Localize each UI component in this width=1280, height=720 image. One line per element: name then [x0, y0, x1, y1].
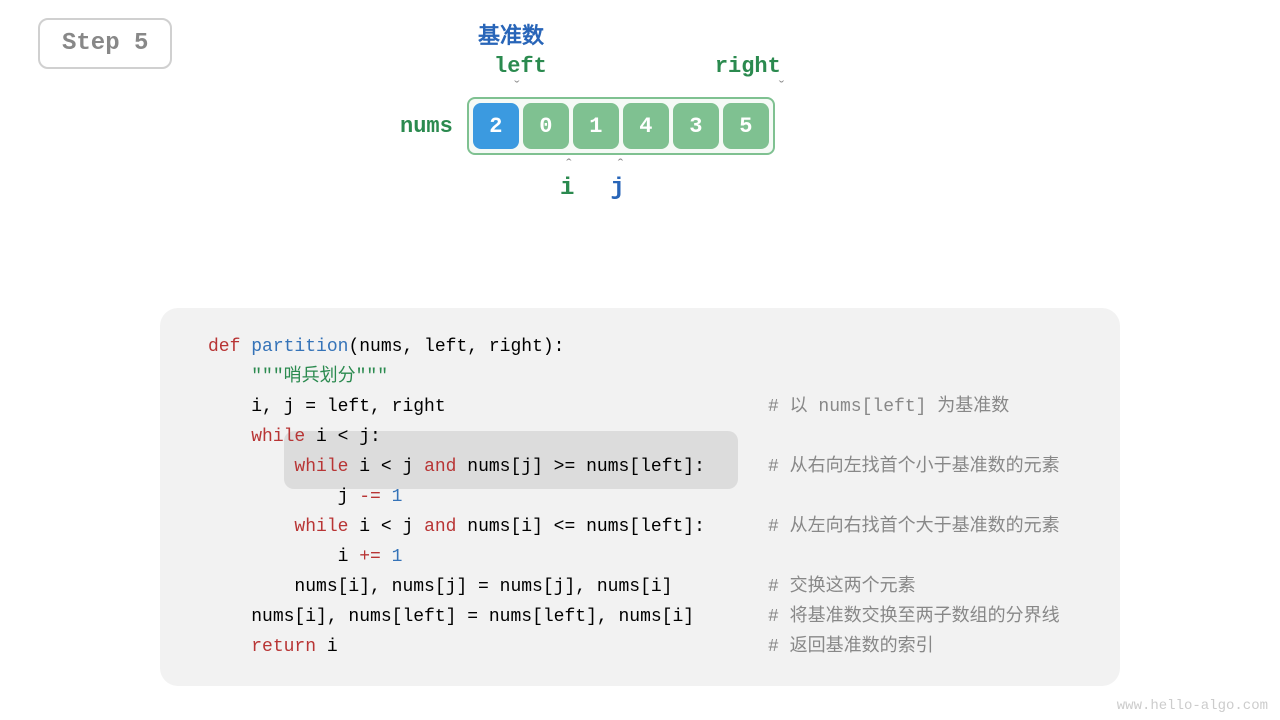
- code-line: while i < j and nums[i] <= nums[left]:# …: [208, 512, 1088, 542]
- comment: # 将基准数交换至两子数组的分界线: [768, 602, 1060, 632]
- comment: # 返回基准数的索引: [768, 632, 934, 662]
- j-label: j: [610, 175, 624, 202]
- array-cell: 2: [473, 103, 519, 149]
- comment: # 从左向右找首个大于基准数的元素: [768, 512, 1060, 542]
- down-arrows: ˇ ˇ: [462, 79, 880, 97]
- up-arrows: ˆ ˆ: [478, 157, 880, 175]
- array-container: 2 0 1 4 3 5: [467, 97, 775, 155]
- code-line: return i# 返回基准数的索引: [208, 632, 1088, 662]
- array-diagram: 基准数 left right ˇ ˇ nums 2 0 1 4 3 5 ˆ ˆ …: [400, 18, 880, 202]
- code-line: while i < j:: [208, 422, 1088, 452]
- arrow-up-icon: ˆ: [564, 157, 574, 175]
- ij-labels: i j: [478, 175, 880, 202]
- array-cell: 3: [673, 103, 719, 149]
- pivot-label: 基准数: [478, 18, 880, 50]
- step-badge: Step 5: [38, 18, 172, 69]
- code-line: i, j = left, right# 以 nums[left] 为基准数: [208, 392, 1088, 422]
- left-right-labels: left right: [462, 54, 880, 79]
- code-block: def partition(nums, left, right): """哨兵划…: [160, 308, 1120, 686]
- array-cell: 0: [523, 103, 569, 149]
- arrow-up-icon: ˆ: [616, 157, 626, 175]
- array-cell: 5: [723, 103, 769, 149]
- array-cell: 1: [573, 103, 619, 149]
- code-line: j -= 1: [208, 482, 1088, 512]
- i-label: i: [560, 175, 574, 202]
- left-label: left: [494, 54, 547, 79]
- arrow-down-icon: ˇ: [777, 79, 787, 97]
- comment: # 以 nums[left] 为基准数: [768, 392, 1009, 422]
- code-line: nums[i], nums[j] = nums[j], nums[i]# 交换这…: [208, 572, 1088, 602]
- comment: # 交换这两个元素: [768, 572, 916, 602]
- code-line: """哨兵划分""": [208, 362, 1088, 392]
- code-line: def partition(nums, left, right):: [208, 332, 1088, 362]
- comment: # 从右向左找首个小于基准数的元素: [768, 452, 1060, 482]
- nums-row: nums 2 0 1 4 3 5: [400, 97, 880, 155]
- nums-label: nums: [400, 114, 453, 139]
- array-cell: 4: [623, 103, 669, 149]
- right-label: right: [715, 54, 781, 79]
- arrow-down-icon: ˇ: [512, 79, 522, 97]
- code-line: nums[i], nums[left] = nums[left], nums[i…: [208, 602, 1088, 632]
- code-line: while i < j and nums[j] >= nums[left]:# …: [208, 452, 1088, 482]
- code-line: i += 1: [208, 542, 1088, 572]
- watermark: www.hello-algo.com: [1117, 698, 1268, 714]
